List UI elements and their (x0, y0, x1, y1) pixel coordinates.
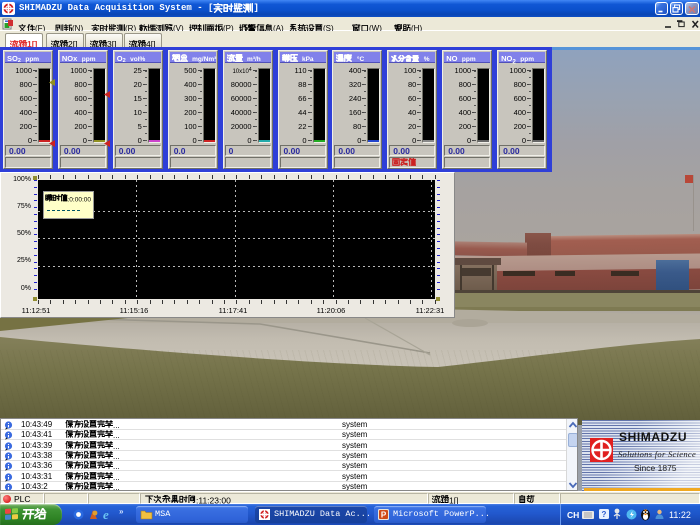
svg-text:P: P (381, 510, 387, 519)
svg-text:?: ? (602, 510, 607, 519)
